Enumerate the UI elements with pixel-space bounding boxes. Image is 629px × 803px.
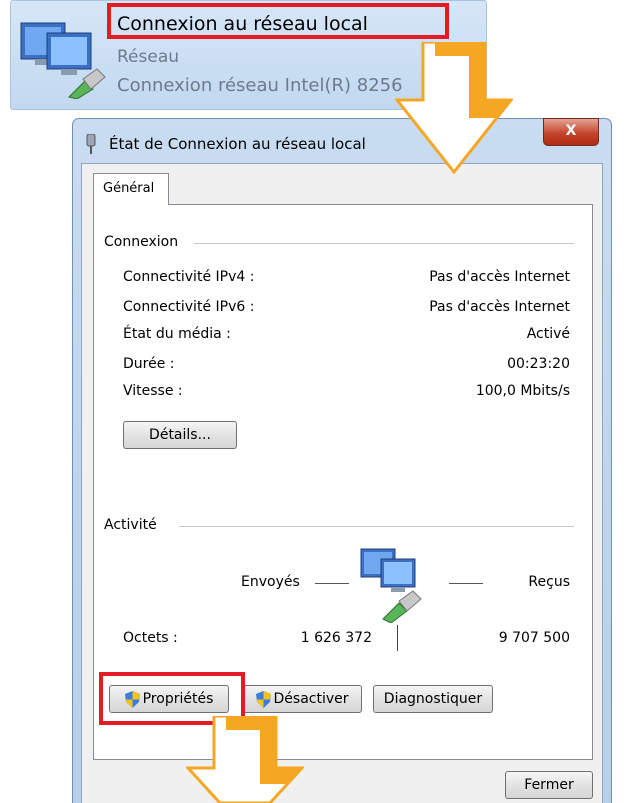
tab-general[interactable]: Général xyxy=(93,173,169,205)
dialog-title: État de Connexion au réseau local xyxy=(109,135,366,153)
disable-button[interactable]: Désactiver xyxy=(242,685,362,713)
down-arrow-icon xyxy=(395,42,513,174)
ipv4-value: Pas d'accès Internet xyxy=(429,269,570,285)
media-state-value: Activé xyxy=(526,326,570,342)
close-button[interactable]: Fermer xyxy=(505,771,593,799)
media-state-label: État du média : xyxy=(123,326,231,342)
bytes-sent-value: 1 626 372 xyxy=(300,630,372,646)
details-button[interactable]: Détails... xyxy=(123,421,237,449)
network-adapter-icon xyxy=(20,22,106,99)
activity-group-label: Activité xyxy=(104,517,165,533)
close-window-button[interactable]: X xyxy=(543,118,599,146)
ipv4-label: Connectivité IPv4 : xyxy=(123,269,255,285)
connection-group-divider xyxy=(194,243,574,244)
adapter-name[interactable]: Connexion au réseau local xyxy=(117,13,368,35)
adapter-device-name: Connexion réseau Intel(R) 8256 xyxy=(117,75,403,96)
diagnose-button[interactable]: Diagnostiquer xyxy=(373,685,493,713)
connection-group-label: Connexion xyxy=(104,234,187,250)
bytes-separator xyxy=(397,625,398,651)
speed-value: 100,0 Mbits/s xyxy=(475,383,570,399)
disable-label: Désactiver xyxy=(273,691,349,707)
bytes-label: Octets : xyxy=(123,630,178,646)
adapter-type: Réseau xyxy=(117,47,180,67)
ipv6-label: Connectivité IPv6 : xyxy=(123,299,255,315)
network-plug-icon xyxy=(86,134,96,154)
received-line xyxy=(449,583,483,584)
down-arrow-icon xyxy=(186,716,304,803)
sent-line xyxy=(315,583,349,584)
duration-label: Durée : xyxy=(123,356,175,372)
received-label: Reçus xyxy=(528,574,570,590)
speed-label: Vitesse : xyxy=(123,383,183,399)
uac-shield-icon xyxy=(255,690,271,708)
sent-label: Envoyés xyxy=(241,574,300,590)
bytes-received-value: 9 707 500 xyxy=(498,630,570,646)
network-activity-icon xyxy=(360,548,422,623)
activity-group-divider xyxy=(179,526,574,527)
duration-value: 00:23:20 xyxy=(507,356,570,372)
ipv6-value: Pas d'accès Internet xyxy=(429,299,570,315)
